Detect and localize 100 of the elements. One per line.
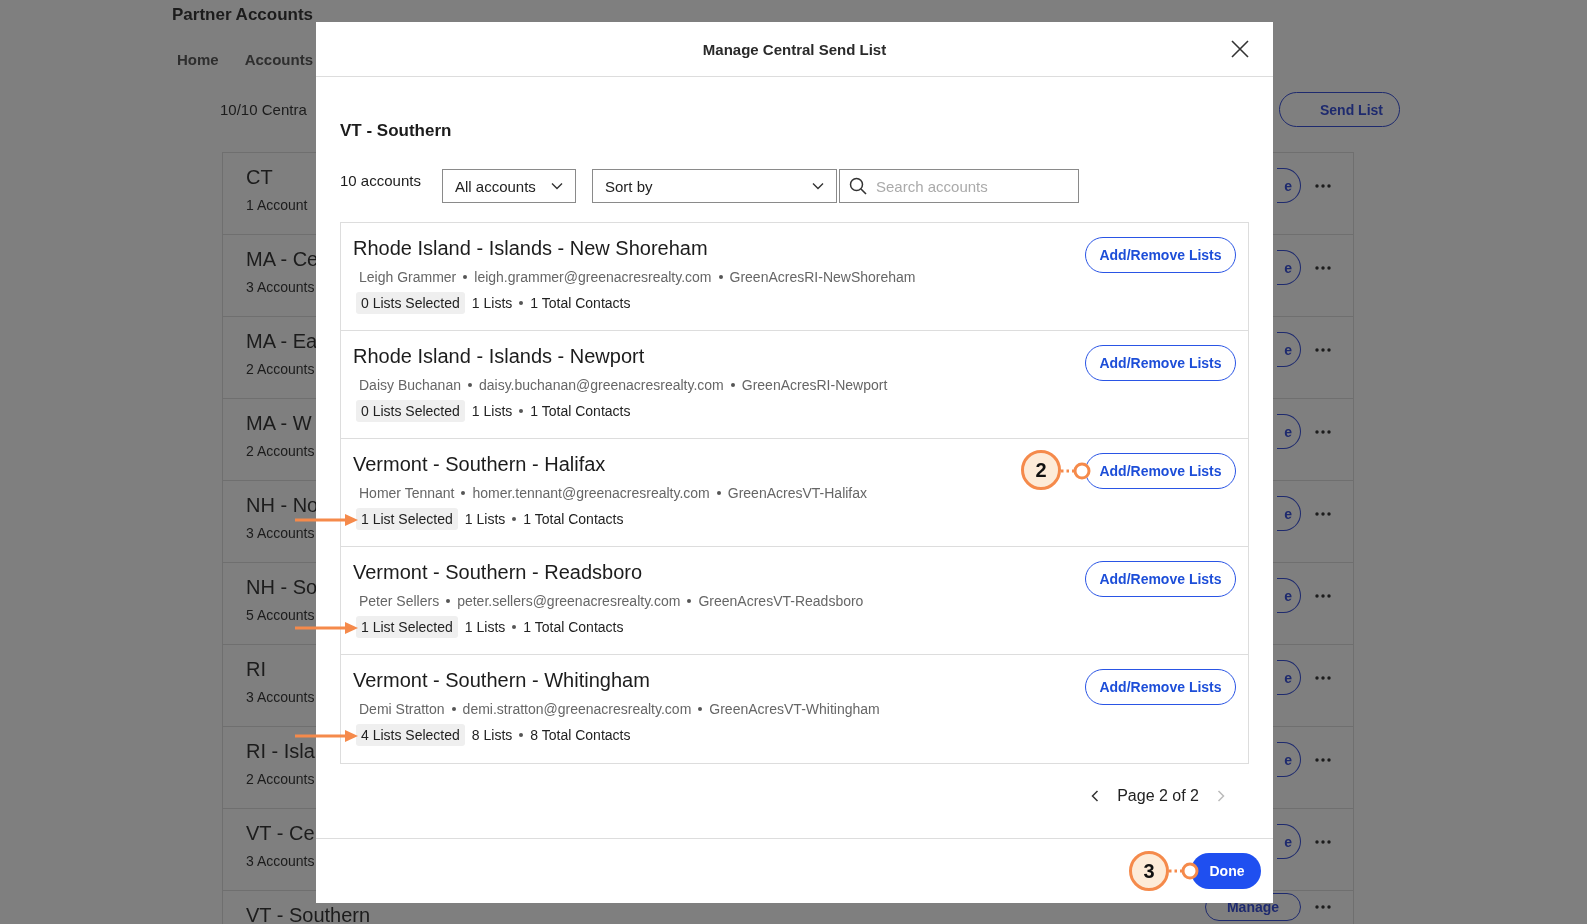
account-name: Vermont - Southern - Halifax [353,453,607,476]
contact-name: Leigh Grammer [359,269,457,285]
search-icon [849,177,867,195]
selected-lists-badge: 0 Lists Selected [356,292,465,314]
modal-title: Manage Central Send List [702,40,887,58]
contact-count: 1 Total Contacts [530,403,631,419]
nav-link[interactable]: Home [177,51,219,68]
more-icon[interactable] [1315,429,1331,434]
selected-lists-badge: 4 Lists Selected [356,724,465,746]
bullet-icon [512,625,517,629]
more-icon[interactable] [1315,593,1331,598]
summary-text: 10/10 Centra [220,101,307,118]
group-name: RI [246,659,267,679]
contact-name: Peter Sellers [359,593,440,609]
page-title: Partner Accounts [172,5,315,26]
bullet-icon [512,517,517,521]
selected-lists-badge: 1 List Selected [356,616,458,638]
group-count: 3 Accounts [246,689,315,705]
previous-page-icon[interactable] [1091,790,1100,802]
contact-email: daisy.buchanan@greenacresrealty.com [478,377,724,393]
contact-count: 1 Total Contacts [523,511,624,527]
contact-email: homer.tennant@greenacresrealty.com [472,485,710,501]
group-name: MA - Ce [246,249,319,269]
more-icon[interactable] [1315,905,1331,909]
more-icon[interactable] [1315,183,1331,188]
selected-lists-badge: 0 Lists Selected [356,400,465,422]
selected-lists-badge: 1 List Selected [356,508,458,530]
group-name: NH - So [246,577,318,597]
more-icon[interactable] [1315,839,1331,844]
account-count: 10 accounts [340,172,422,189]
account-handle: GreenAcresVT-Halifax [727,485,868,501]
nav-link[interactable]: Accounts [244,51,314,68]
group-name: RI - Isla [246,741,315,761]
bullet-icon [716,491,721,495]
contact-name: Daisy Buchanan [359,377,461,393]
bullet-icon [446,599,451,603]
bullet-icon [519,301,524,305]
group-name: MA - W [246,413,313,433]
account-name: Vermont - Southern - Readsboro [353,561,644,584]
add-remove-lists-button[interactable]: Add/Remove Lists [1085,237,1236,273]
leader-line [1169,861,1199,881]
group-count: 2 Accounts [246,361,316,377]
group-name: MA - Ea [246,331,318,351]
close-icon[interactable] [1231,40,1249,58]
group-count: 2 Accounts [246,443,315,459]
account-name: Vermont - Southern - Whitingham [353,669,651,692]
more-icon[interactable] [1315,675,1331,680]
group-count: 3 Accounts [246,525,316,541]
group-count: 3 Accounts [246,853,315,869]
group-heading: VT - Southern [340,121,453,141]
account-handle: GreenAcresVT-Readsboro [698,593,864,609]
bullet-icon [463,275,468,279]
more-icon[interactable] [1315,511,1331,516]
contact-email: peter.sellers@greenacresrealty.com [457,593,681,609]
list-count: 8 Lists [471,727,513,743]
bullet-icon [461,491,466,495]
bullet-icon [467,383,472,387]
more-icon[interactable] [1315,347,1331,352]
contact-email: demi.stratton@greenacresrealty.com [462,701,692,717]
add-remove-lists-button[interactable]: Add/Remove Lists [1085,453,1236,489]
chevron-down-icon [551,182,563,190]
add-remove-lists-button[interactable]: Add/Remove Lists [1085,561,1236,597]
account-handle: GreenAcresVT-Whitingham [709,701,880,717]
account-handle: GreenAcresRI-NewShoreham [729,269,916,285]
contact-count: 8 Total Contacts [530,727,631,743]
contact-name: Homer Tennant [359,485,455,501]
group-count: 1 Account [246,197,308,213]
bullet-icon [718,275,723,279]
group-count: 3 Accounts [246,279,316,295]
bullet-icon [687,599,692,603]
list-count: 1 Lists [464,511,506,527]
bullet-icon [730,383,735,387]
more-icon[interactable] [1315,265,1331,270]
bullet-icon [519,409,524,413]
contact-name: Demi Stratton [359,701,445,717]
account-name: Rhode Island - Islands - Newport [353,345,646,368]
leader-line [1061,461,1091,481]
list-count: 1 Lists [471,295,513,311]
bullet-icon [519,733,524,737]
filter-dropdown[interactable]: All accounts [442,169,576,203]
group-count: 5 Accounts [246,607,316,623]
search-field[interactable]: Search accounts [839,169,1079,203]
group-name: VT - Southern [246,905,371,924]
add-remove-lists-button[interactable]: Add/Remove Lists [1085,669,1236,705]
more-icon[interactable] [1315,757,1331,762]
group-count: 2 Accounts [246,771,315,787]
contact-count: 1 Total Contacts [530,295,631,311]
add-remove-lists-button[interactable]: Add/Remove Lists [1085,345,1236,381]
sort-dropdown[interactable]: Sort by [592,169,837,203]
step-number: 2 [1021,450,1061,490]
chevron-down-icon [812,182,824,190]
step-number: 3 [1129,851,1169,891]
done-button[interactable]: Done [1191,853,1261,889]
account-handle: GreenAcresRI-Newport [741,377,888,393]
contact-count: 1 Total Contacts [523,619,624,635]
group-name: CT [246,167,274,187]
bullet-icon [698,707,703,711]
account-name: Rhode Island - Islands - New Shoreham [353,237,709,260]
bullet-icon [451,707,456,711]
list-count: 1 Lists [464,619,506,635]
